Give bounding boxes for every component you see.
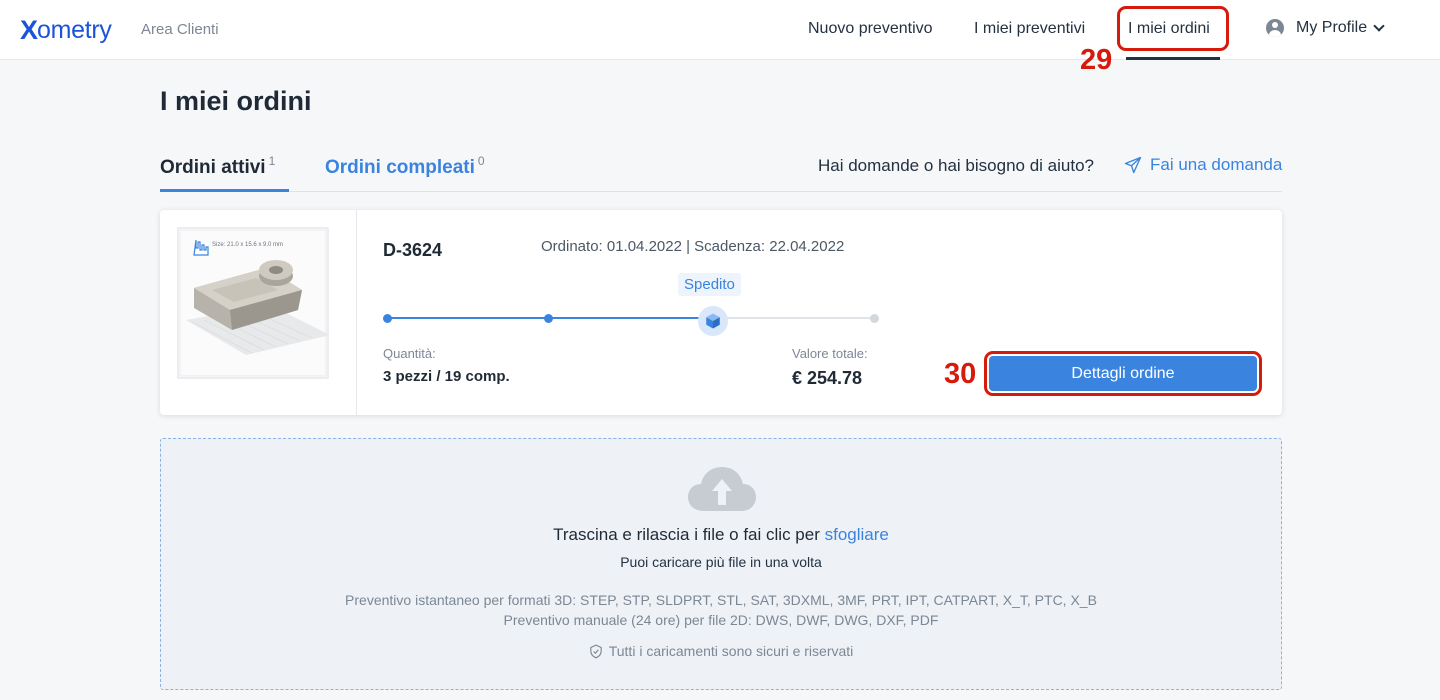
thumbnail-size-text: Size: 21.0 x 15.6 x 9.0 mm [212, 242, 283, 248]
logo-x: X [20, 14, 38, 45]
progress-step-1 [383, 314, 392, 323]
status-badge: Spedito [678, 273, 741, 296]
profile-menu[interactable]: My Profile [1266, 19, 1385, 37]
package-icon [706, 313, 720, 329]
tab-active-orders-count: 1 [268, 154, 276, 168]
formats-3d: Preventivo istantaneo per formati 3D: ST… [345, 592, 1097, 608]
upload-instruction: Trascina e rilascia i file o fai clic pe… [553, 525, 820, 544]
file-upload-dropzone[interactable]: Trascina e rilascia i file o fai clic pe… [160, 438, 1282, 690]
ask-question-link[interactable]: Fai una domanda [1124, 155, 1282, 175]
xometry-logo[interactable]: Xometry [20, 14, 112, 46]
order-id: D-3624 [383, 240, 443, 260]
secure-text: Tutti i caricamenti sono sicuri e riserv… [608, 643, 854, 659]
tab-active-underline [160, 189, 289, 192]
progress-step-current [698, 306, 728, 336]
annotation-number-29: 29 [1080, 44, 1113, 76]
profile-label: My Profile [1296, 19, 1368, 36]
upload-secure-note: Tutti i caricamenti sono sicuri e riserv… [161, 643, 1281, 659]
ask-question-label: Fai una domanda [1150, 155, 1283, 174]
part-3d-preview-image: Size: 21.0 x 15.6 x 9.0 mm [177, 227, 330, 379]
formats-2d: Preventivo manuale (24 ore) per file 2D:… [503, 612, 939, 628]
area-clienti-label: Area Clienti [141, 21, 219, 38]
upload-main-text: Trascina e rilascia i file o fai clic pe… [161, 525, 1281, 545]
tab-completed-orders-label: Ordini compleati [325, 157, 475, 178]
upload-multi-text: Puoi caricare più file in una volta [620, 554, 822, 570]
tabs-divider [160, 191, 1282, 192]
nav-new-quote[interactable]: Nuovo preventivo [808, 20, 933, 38]
shield-check-icon [589, 644, 602, 658]
progress-step-4 [870, 314, 879, 323]
chevron-down-icon [1373, 20, 1385, 32]
browse-link[interactable]: sfogliare [825, 525, 889, 544]
page-title: I miei ordini [160, 86, 312, 116]
upload-formats: Preventivo istantaneo per formati 3D: ST… [161, 590, 1281, 630]
quantity-label: Quantità: [383, 346, 436, 361]
part-thumbnail[interactable]: Size: 21.0 x 15.6 x 9.0 mm [160, 210, 357, 415]
help-text: Hai domande o hai bisogno di aiuto? [818, 156, 1094, 175]
order-dates: Ordinato: 01.04.2022 | Scadenza: 22.04.2… [541, 238, 845, 255]
logo-text: ometry [37, 15, 112, 44]
nav-my-quotes[interactable]: I miei preventivi [974, 20, 1085, 38]
paper-plane-icon [1124, 156, 1142, 174]
tab-completed-orders[interactable]: Ordini compleati 0 [325, 154, 485, 179]
annotation-box-orders [1117, 6, 1229, 51]
annotation-number-30: 30 [944, 358, 977, 390]
tab-completed-orders-count: 0 [477, 154, 485, 168]
total-label: Valore totale: [792, 346, 868, 361]
user-icon [1266, 19, 1284, 37]
tab-active-orders-label: Ordini attivi [160, 157, 266, 178]
annotation-box-details [984, 351, 1262, 396]
cloud-upload-icon [688, 467, 756, 511]
quantity-value: 3 pezzi / 19 comp. [383, 368, 510, 385]
nav-active-underline [1126, 57, 1220, 60]
progress-step-2 [544, 314, 553, 323]
total-value: € 254.78 [792, 368, 863, 388]
tab-active-orders[interactable]: Ordini attivi 1 [160, 154, 275, 179]
